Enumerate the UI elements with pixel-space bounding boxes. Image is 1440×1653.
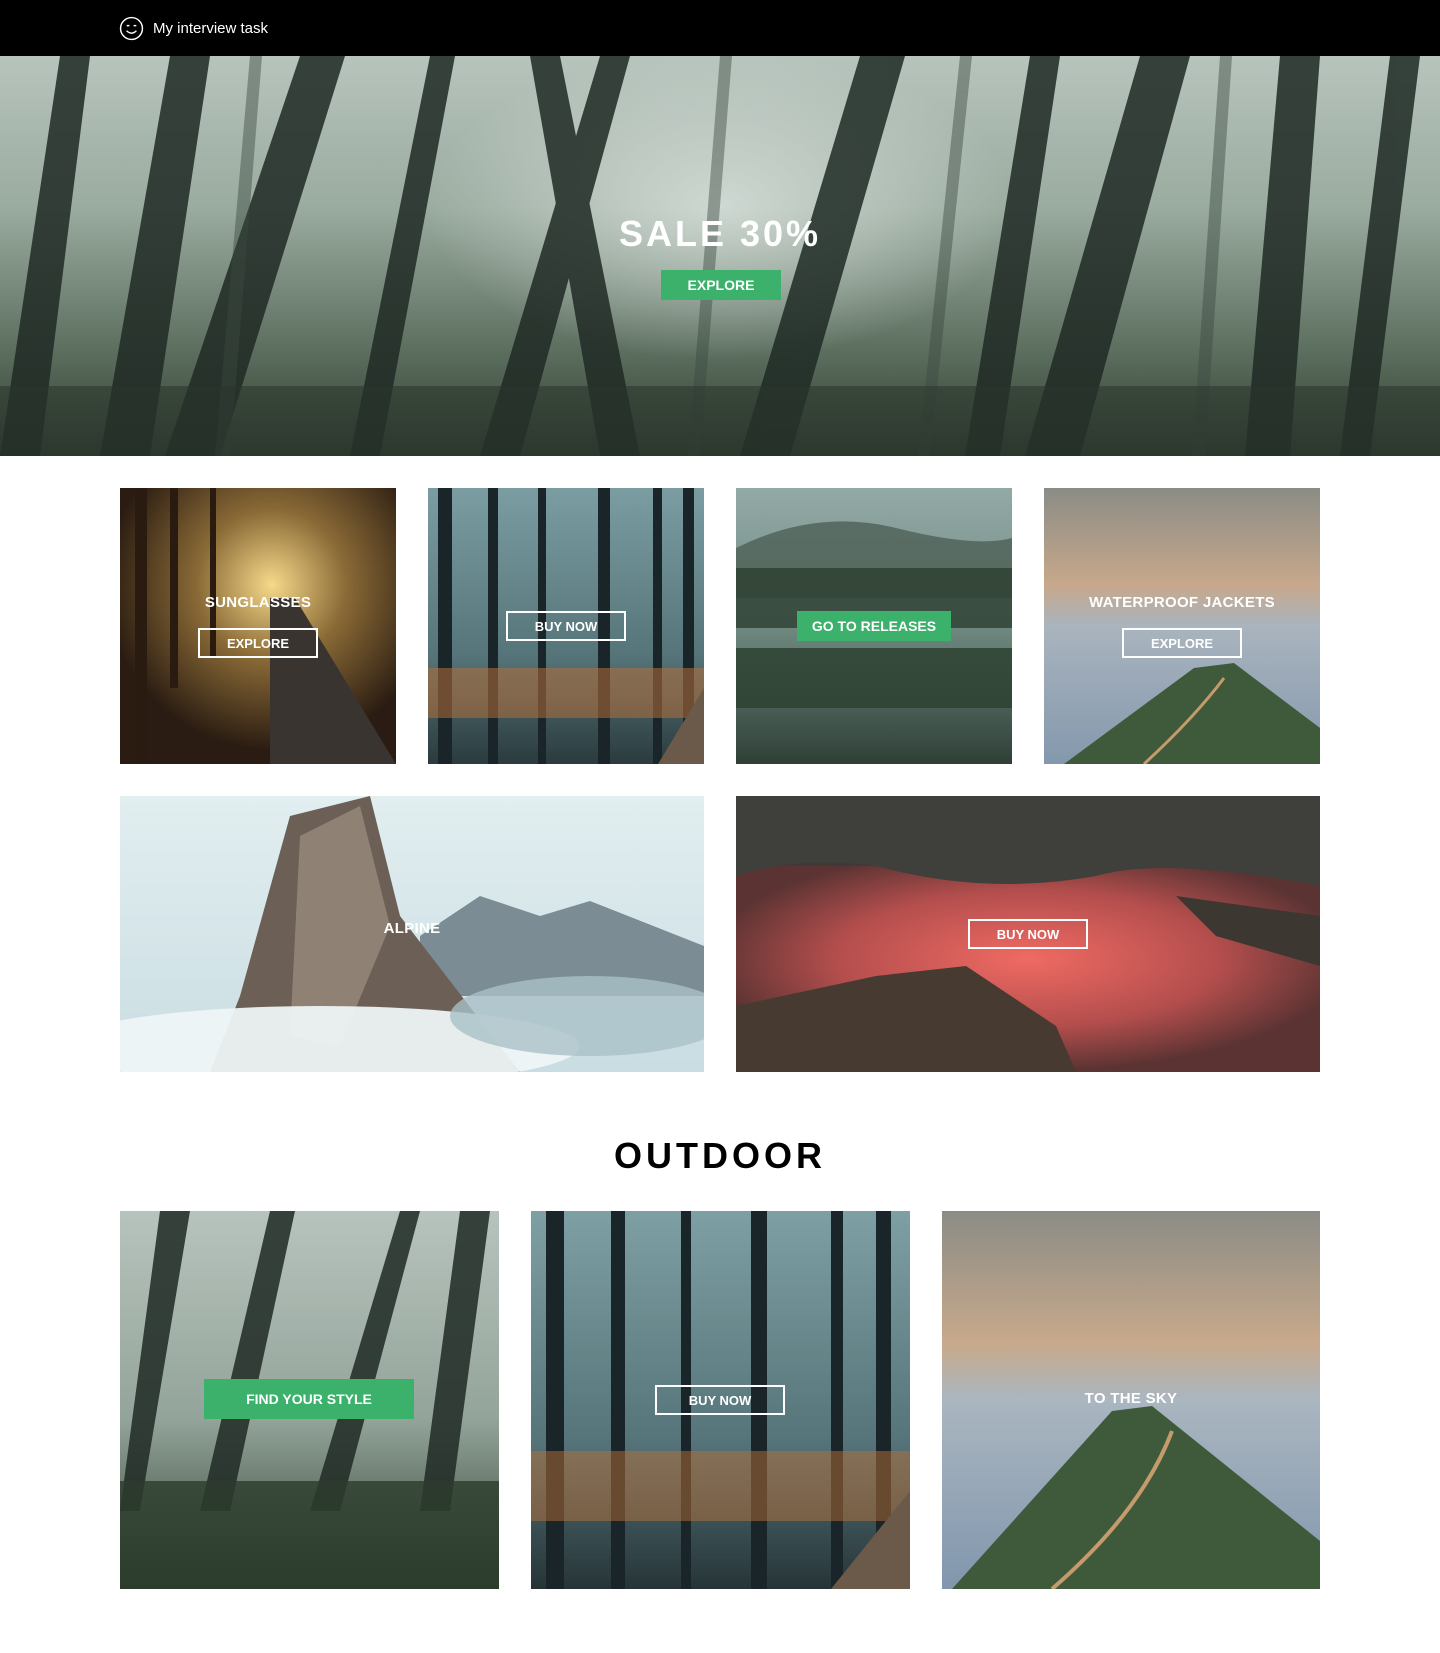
autumn-road-image bbox=[120, 488, 396, 764]
outdoor-tile-pines[interactable]: BUY NOW bbox=[531, 1211, 910, 1589]
buy-now-button[interactable]: BUY NOW bbox=[968, 919, 1088, 949]
go-to-releases-button[interactable]: GO TO RELEASES bbox=[797, 611, 951, 641]
hero-banner: SALE 30% EXPLORE bbox=[0, 56, 1440, 456]
outdoor-tile-sky[interactable]: TO THE SKY bbox=[942, 1211, 1320, 1589]
tile-title: ALPINE bbox=[383, 920, 441, 937]
brand-title: My interview task bbox=[153, 19, 269, 37]
promo-tile-waterproof-jackets[interactable]: WATERPROOF JACKETS EXPLORE bbox=[1044, 488, 1320, 764]
promo-tile-releases[interactable]: GO TO RELEASES bbox=[736, 488, 1012, 764]
hero-title: SALE 30% bbox=[618, 213, 822, 254]
mountain-ridge-image bbox=[1044, 488, 1320, 764]
hero-explore-button[interactable]: EXPLORE bbox=[661, 270, 781, 300]
promo-tile-red-lake[interactable]: BUY NOW bbox=[736, 796, 1320, 1072]
promo-tile-alpine[interactable]: ALPINE bbox=[120, 796, 704, 1072]
top-navbar: My interview task bbox=[0, 0, 1440, 56]
promo-tile-forest-path[interactable]: BUY NOW bbox=[428, 488, 704, 764]
buy-now-button[interactable]: BUY NOW bbox=[655, 1385, 785, 1415]
explore-button[interactable]: EXPLORE bbox=[198, 628, 318, 658]
find-your-style-button[interactable]: FIND YOUR STYLE bbox=[204, 1379, 414, 1419]
outdoor-tile-style[interactable]: FIND YOUR STYLE bbox=[120, 1211, 499, 1589]
tile-title: WATERPROOF JACKETS bbox=[1089, 594, 1275, 611]
smiley-icon bbox=[119, 16, 144, 40]
brand-link[interactable]: My interview task bbox=[119, 15, 268, 41]
tile-title: SUNGLASSES bbox=[204, 594, 312, 611]
explore-button[interactable]: EXPLORE bbox=[1122, 628, 1242, 658]
buy-now-button[interactable]: BUY NOW bbox=[506, 611, 626, 641]
hero-forest-image bbox=[0, 56, 1440, 456]
tile-title: TO THE SKY bbox=[1084, 1390, 1178, 1407]
promo-tile-sunglasses[interactable]: SUNGLASSES EXPLORE bbox=[120, 488, 396, 764]
section-title-outdoor: OUTDOOR bbox=[614, 1135, 826, 1176]
